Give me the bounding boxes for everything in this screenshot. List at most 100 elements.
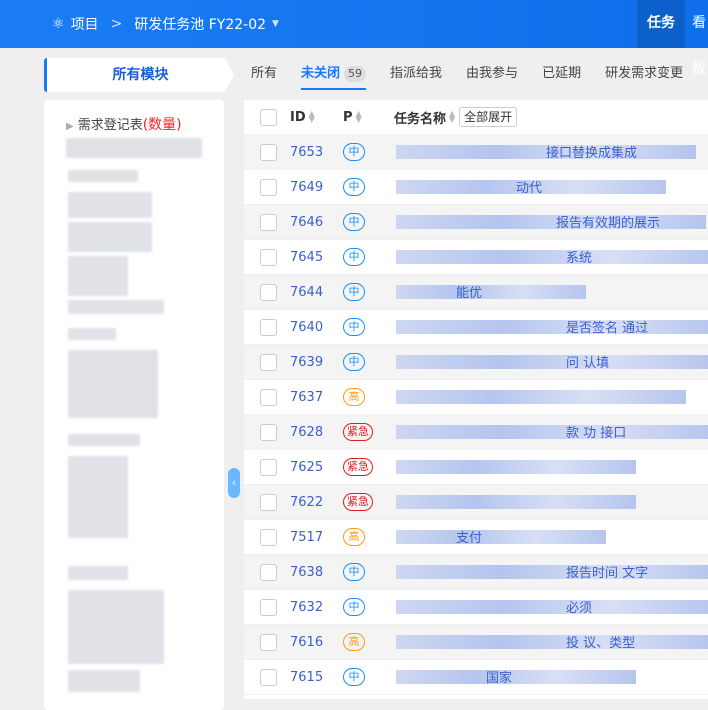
row-checkbox[interactable] bbox=[260, 388, 277, 406]
col-task[interactable]: 任务名称 ▲ ▼ 全部展开 bbox=[394, 107, 518, 127]
task-id[interactable]: 7645 bbox=[290, 250, 323, 265]
table-row[interactable]: 7632 中 必须 bbox=[244, 590, 708, 625]
row-checkbox[interactable] bbox=[260, 563, 277, 581]
redacted-text bbox=[396, 565, 708, 579]
nav-board[interactable]: 看板 bbox=[682, 0, 708, 77]
task-title-fragment: 报告有效期的展示 bbox=[556, 216, 661, 231]
task-title[interactable]: 投 议、类型 bbox=[396, 632, 708, 652]
filter-assigned-to-me[interactable]: 指派给我 bbox=[390, 60, 442, 90]
collapse-sidebar-handle[interactable]: ‹ bbox=[228, 468, 240, 498]
tree-item[interactable]: ▶ 需求登记表(数量) bbox=[66, 114, 182, 134]
task-id[interactable]: 7649 bbox=[290, 180, 323, 195]
task-title-fragment: 能优 bbox=[456, 286, 483, 301]
row-checkbox[interactable] bbox=[260, 598, 277, 616]
task-id[interactable]: 7628 bbox=[290, 425, 323, 440]
table-row[interactable]: 7645 中 系统 bbox=[244, 240, 708, 275]
breadcrumb-current-project[interactable]: 研发任务池 FY22-02 bbox=[134, 14, 266, 34]
table-row[interactable]: 7628 紧急 款 功 接口 bbox=[244, 415, 708, 450]
filter-all[interactable]: 所有 bbox=[251, 60, 277, 90]
task-id[interactable]: 7616 bbox=[290, 635, 323, 650]
task-id[interactable]: 7625 bbox=[290, 460, 323, 475]
redacted-item bbox=[66, 138, 202, 158]
row-checkbox[interactable] bbox=[260, 143, 277, 161]
task-title[interactable]: 是否签名 通过 bbox=[396, 317, 708, 337]
project-icon: ⚛ bbox=[52, 16, 65, 32]
col-priority[interactable]: P ▲ ▼ bbox=[343, 110, 362, 125]
table-row[interactable]: 7646 中 报告有效期的展示 bbox=[244, 205, 708, 240]
row-checkbox[interactable] bbox=[260, 633, 277, 651]
table-row[interactable]: 7638 中 报告时间 文字 bbox=[244, 555, 708, 590]
col-task-label: 任务名称 bbox=[394, 111, 447, 127]
task-title[interactable] bbox=[396, 387, 708, 407]
redacted-text bbox=[396, 530, 606, 544]
task-title[interactable]: 国家 bbox=[396, 667, 708, 687]
table-row[interactable]: 7622 紧急 bbox=[244, 485, 708, 520]
caret-right-icon[interactable]: ▶ bbox=[66, 121, 74, 132]
filter-delayed[interactable]: 已延期 bbox=[542, 60, 581, 90]
row-checkbox[interactable] bbox=[260, 318, 277, 336]
table-row[interactable]: 7637 高 bbox=[244, 380, 708, 415]
chevron-down-icon[interactable]: ▼ bbox=[272, 19, 279, 29]
row-checkbox[interactable] bbox=[260, 178, 277, 196]
task-title[interactable]: 能优 bbox=[396, 282, 708, 302]
task-id[interactable]: 7622 bbox=[290, 495, 323, 510]
select-all-checkbox[interactable] bbox=[260, 108, 277, 126]
filter-involved[interactable]: 由我参与 bbox=[466, 60, 518, 90]
sort-icon: ▲ ▼ bbox=[308, 109, 315, 124]
task-title[interactable]: 支付 bbox=[396, 527, 708, 547]
row-checkbox[interactable] bbox=[260, 353, 277, 371]
task-title[interactable]: 接口替换成集成 bbox=[396, 142, 708, 162]
table-row[interactable]: 7615 中 国家 bbox=[244, 660, 708, 695]
task-title[interactable]: 问 认填 bbox=[396, 352, 708, 372]
breadcrumb-projects[interactable]: 项目 bbox=[71, 14, 99, 34]
task-id[interactable]: 7615 bbox=[290, 670, 323, 685]
expand-all-button[interactable]: 全部展开 bbox=[459, 107, 518, 127]
redacted-item bbox=[68, 670, 140, 692]
redacted-item bbox=[68, 566, 128, 580]
row-checkbox[interactable] bbox=[260, 423, 277, 441]
task-title[interactable]: 报告有效期的展示 bbox=[396, 212, 708, 232]
table-row[interactable]: 7517 高 支付 bbox=[244, 520, 708, 555]
task-title[interactable] bbox=[396, 492, 708, 512]
table-row[interactable]: 7649 中 动代 bbox=[244, 170, 708, 205]
table-row[interactable]: 7644 中 能优 bbox=[244, 275, 708, 310]
task-title[interactable]: 必须 bbox=[396, 597, 708, 617]
task-title[interactable] bbox=[396, 457, 708, 477]
table-row[interactable]: 7639 中 问 认填 bbox=[244, 345, 708, 380]
task-title-fragment: 接口替换成集成 bbox=[546, 146, 638, 161]
table-row[interactable]: 7653 中 接口替换成集成 bbox=[244, 135, 708, 170]
table-row[interactable]: 7616 高 投 议、类型 bbox=[244, 625, 708, 660]
table-row[interactable]: 7625 紧急 bbox=[244, 450, 708, 485]
row-checkbox[interactable] bbox=[260, 528, 277, 546]
task-title[interactable]: 款 功 接口 bbox=[396, 422, 708, 442]
task-id[interactable]: 7632 bbox=[290, 600, 323, 615]
filter-requirement-change[interactable]: 研发需求变更 bbox=[605, 60, 683, 90]
task-id[interactable]: 7653 bbox=[290, 145, 323, 160]
row-checkbox[interactable] bbox=[260, 458, 277, 476]
task-id[interactable]: 7517 bbox=[290, 530, 323, 545]
row-checkbox[interactable] bbox=[260, 283, 277, 301]
task-id[interactable]: 7646 bbox=[290, 215, 323, 230]
task-title[interactable]: 报告时间 文字 bbox=[396, 562, 708, 582]
row-checkbox[interactable] bbox=[260, 248, 277, 266]
task-id[interactable]: 7637 bbox=[290, 390, 323, 405]
breadcrumb: ⚛ 项目 > 研发任务池 FY22-02 ▼ bbox=[52, 14, 279, 34]
task-id[interactable]: 7638 bbox=[290, 565, 323, 580]
sort-icon: ▲ ▼ bbox=[355, 109, 362, 124]
row-checkbox[interactable] bbox=[260, 213, 277, 231]
row-checkbox[interactable] bbox=[260, 493, 277, 511]
task-id[interactable]: 7640 bbox=[290, 320, 323, 335]
col-id[interactable]: ID ▲ ▼ bbox=[290, 110, 315, 125]
all-modules-tab[interactable]: 所有模块 bbox=[44, 58, 234, 92]
task-title[interactable]: 动代 bbox=[396, 177, 708, 197]
task-id[interactable]: 7639 bbox=[290, 355, 323, 370]
row-checkbox[interactable] bbox=[260, 668, 277, 686]
priority-badge: 中 bbox=[343, 143, 365, 161]
table-row[interactable]: 7640 中 是否签名 通过 bbox=[244, 310, 708, 345]
col-priority-label: P bbox=[343, 109, 353, 125]
task-id[interactable]: 7644 bbox=[290, 285, 323, 300]
task-title-fragment: 款 功 接口 bbox=[566, 426, 627, 441]
task-title[interactable]: 系统 bbox=[396, 247, 708, 267]
filter-unclosed[interactable]: 未关闭 59 bbox=[301, 60, 367, 90]
nav-tasks[interactable]: 任务 bbox=[637, 0, 685, 48]
